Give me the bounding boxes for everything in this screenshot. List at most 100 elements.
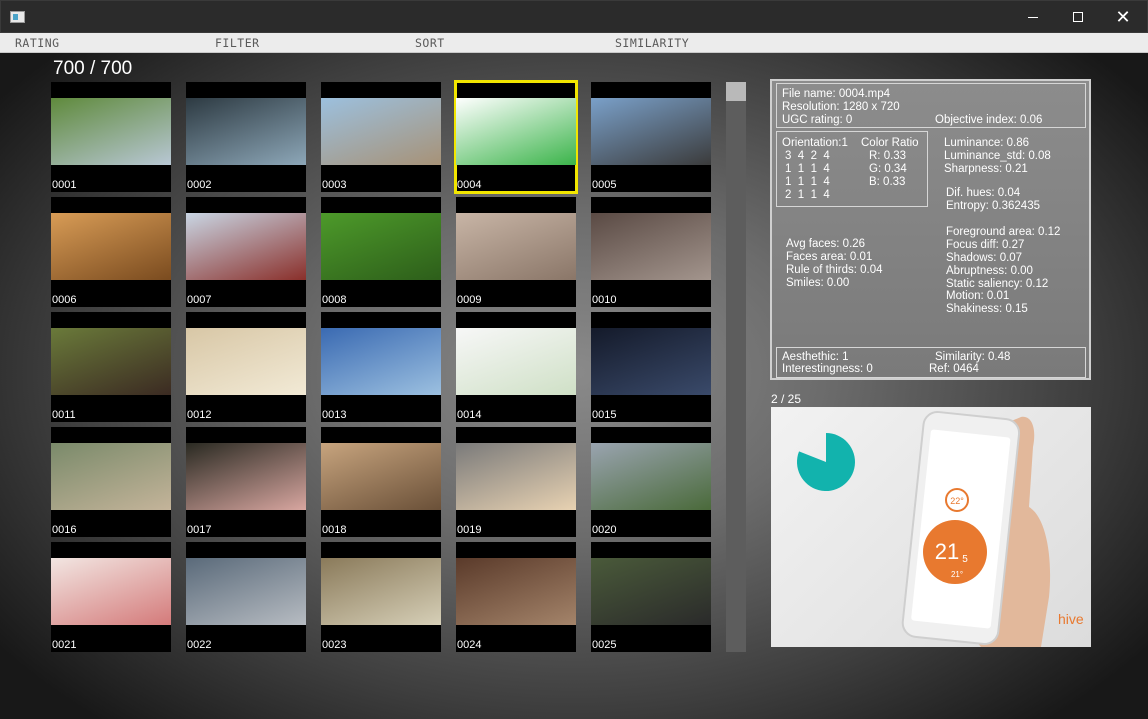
thumbnail-image — [456, 443, 576, 510]
thumbnail-0017[interactable]: 0017 — [186, 427, 306, 537]
thumbnail-0020[interactable]: 0020 — [591, 427, 711, 537]
thumbnail-image — [591, 558, 711, 625]
orientation-title: Orientation:1 — [782, 137, 848, 149]
sharpness: Sharpness: 0.21 — [944, 163, 1028, 175]
objective-index: Objective index: 0.06 — [935, 114, 1043, 126]
thumbnail-image — [51, 213, 171, 280]
thumbnail-label: 0010 — [592, 294, 617, 306]
menu-sort[interactable]: SORT — [415, 36, 445, 50]
thumbnail-label: 0008 — [322, 294, 347, 306]
thumbnail-0021[interactable]: 0021 — [51, 542, 171, 652]
menu-similarity[interactable]: SIMILARITY — [615, 36, 689, 50]
preview-counter: 2 / 25 — [771, 392, 802, 406]
thumbnail-0022[interactable]: 0022 — [186, 542, 306, 652]
thumbnail-0019[interactable]: 0019 — [456, 427, 576, 537]
thumbnail-image — [591, 328, 711, 395]
thumbnail-image — [51, 98, 171, 165]
color-ratio-title: Color Ratio — [861, 137, 919, 149]
thumbnail-0025[interactable]: 0025 — [591, 542, 711, 652]
thumbnail-0001[interactable]: 0001 — [51, 82, 171, 192]
thumbnail-image — [321, 443, 441, 510]
thumbnail-label: 0021 — [52, 639, 77, 651]
video-preview[interactable]: 22° 21 5 21° hive — [771, 407, 1091, 647]
thumbnail-0015[interactable]: 0015 — [591, 312, 711, 422]
ref: Ref: 0464 — [929, 363, 979, 375]
close-button[interactable]: ✕ — [1100, 1, 1146, 33]
avg-faces: Avg faces: 0.26 — [786, 238, 866, 250]
thumbnail-label: 0011 — [52, 409, 76, 421]
thumbnail-0018[interactable]: 0018 — [321, 427, 441, 537]
minimize-icon — [1028, 16, 1038, 18]
thumbnail-image — [321, 213, 441, 280]
phone-temp-sub: 5 — [962, 554, 968, 565]
thumbnail-0023[interactable]: 0023 — [321, 542, 441, 652]
thumbnail-0024[interactable]: 0024 — [456, 542, 576, 652]
rule-of-thirds: Rule of thirds: 0.04 — [786, 264, 883, 276]
thumbnail-0004[interactable]: 0004 — [454, 80, 578, 194]
thumbnail-0005[interactable]: 0005 — [591, 82, 711, 192]
phone-temp-bottom: 21° — [951, 570, 963, 579]
thumbnail-0011[interactable]: 0011 — [51, 312, 171, 422]
thumbnail-label: 0023 — [322, 639, 347, 651]
orientation-row: 1 1 1 4 — [785, 163, 830, 175]
orientation-row: 1 1 1 4 — [785, 176, 830, 188]
maximize-button[interactable] — [1055, 1, 1101, 33]
focus-diff: Focus diff: 0.27 — [946, 239, 1025, 251]
thumbnail-0016[interactable]: 0016 — [51, 427, 171, 537]
thumbnail-image — [456, 558, 576, 625]
thumbnail-label: 0020 — [592, 524, 617, 536]
rating-box: Aesthethic: 1 Similarity: 0.48 Interesti… — [776, 347, 1086, 378]
thumbnail-0010[interactable]: 0010 — [591, 197, 711, 307]
thumbnail-0012[interactable]: 0012 — [186, 312, 306, 422]
thumbnail-image — [186, 558, 306, 625]
phone-temp-big: 21 — [935, 539, 959, 564]
thumbnail-0002[interactable]: 0002 — [186, 82, 306, 192]
static-saliency: Static saliency: 0.12 — [946, 278, 1049, 290]
thumbnail-image — [51, 443, 171, 510]
result-counter: 700 / 700 — [53, 58, 133, 79]
thumbnail-0013[interactable]: 0013 — [321, 312, 441, 422]
luminance-std: Luminance_std: 0.08 — [944, 150, 1051, 162]
thumbnail-label: 0012 — [187, 409, 212, 421]
thumbnail-label: 0013 — [322, 409, 347, 421]
app-icon — [10, 11, 25, 23]
thumbnail-image — [321, 98, 441, 165]
thumbnail-image — [456, 213, 576, 280]
thumbnail-label: 0009 — [457, 294, 482, 306]
thumbnail-0006[interactable]: 0006 — [51, 197, 171, 307]
thumbnail-image — [186, 213, 306, 280]
faces-area: Faces area: 0.01 — [786, 251, 873, 263]
scrollbar-thumb[interactable] — [726, 82, 746, 101]
interestingness: Interestingness: 0 — [782, 363, 873, 375]
shakiness: Shakiness: 0.15 — [946, 303, 1028, 315]
menu-filter[interactable]: FILTER — [215, 36, 260, 50]
main-area: 700 / 700 0001 0002 0003 0004 0005 0006 0007 00… — [0, 53, 1148, 719]
minimize-button[interactable] — [1010, 1, 1056, 33]
thumbnail-label: 0019 — [457, 524, 482, 536]
maximize-icon — [1073, 12, 1083, 22]
thumbnail-0008[interactable]: 0008 — [321, 197, 441, 307]
phone-temp-top: 22° — [950, 496, 964, 506]
thumbnail-0003[interactable]: 0003 — [321, 82, 441, 192]
entropy: Entropy: 0.362435 — [946, 200, 1040, 212]
thumbnail-image — [456, 328, 576, 395]
thumbnail-label: 0018 — [322, 524, 347, 536]
similarity: Similarity: 0.48 — [935, 351, 1011, 363]
preview-frame: 22° 21 5 21° hive — [797, 410, 1084, 647]
pie-chart-icon — [797, 433, 855, 491]
thumbnail-label: 0005 — [592, 179, 617, 191]
thumbnail-image — [591, 213, 711, 280]
color-g: G: 0.34 — [869, 163, 907, 175]
file-name: File name: 0004.mp4 — [782, 88, 891, 100]
thumbnail-label: 0022 — [187, 639, 212, 651]
thumbnail-image — [591, 443, 711, 510]
smiles: Smiles: 0.00 — [786, 277, 850, 289]
menu-rating[interactable]: RATING — [15, 36, 60, 50]
thumbnail-0014[interactable]: 0014 — [456, 312, 576, 422]
thumbnail-0007[interactable]: 0007 — [186, 197, 306, 307]
thumbnail-image — [456, 98, 576, 165]
grid-scrollbar[interactable] — [726, 82, 746, 652]
thumbnail-0009[interactable]: 0009 — [456, 197, 576, 307]
thumbnail-image — [321, 328, 441, 395]
thumbnail-image — [321, 558, 441, 625]
